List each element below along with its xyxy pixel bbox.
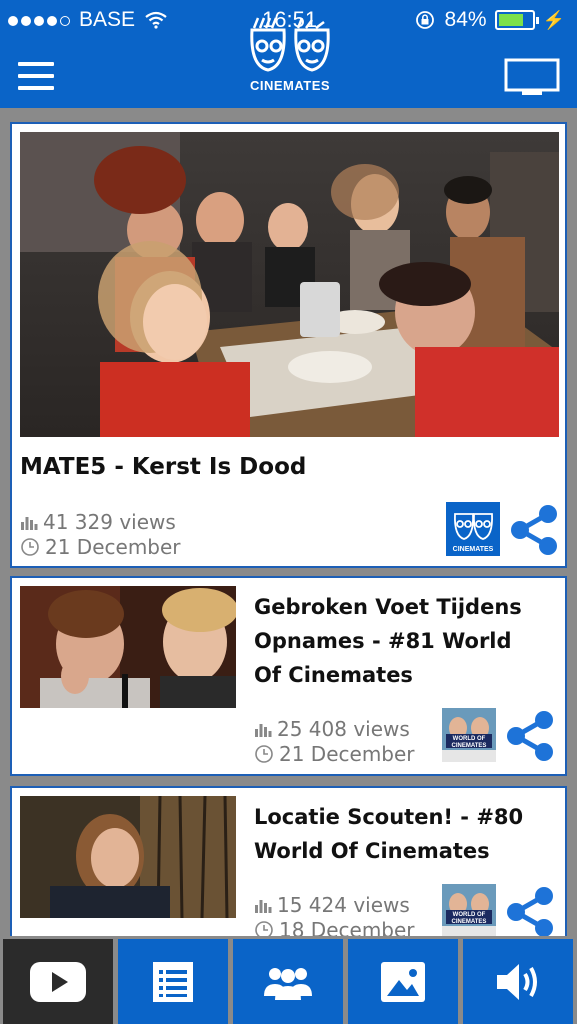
tab-videos[interactable] (3, 939, 113, 1024)
rotation-lock-icon (415, 11, 434, 29)
battery-icon (494, 10, 535, 30)
view-count: 41 329 views (43, 509, 176, 534)
tab-people[interactable] (233, 939, 343, 1024)
share-icon[interactable] (502, 884, 558, 936)
channel-logo-world-of-cinemates[interactable]: WORLD OF CINEMATES (442, 708, 496, 762)
tab-audio[interactable] (463, 939, 573, 1024)
views-icon (255, 723, 272, 737)
view-count: 15 424 views (277, 892, 410, 917)
share-icon[interactable] (506, 502, 562, 558)
people-icon (264, 967, 312, 1000)
publish-date: 18 December (279, 917, 415, 937)
carrier-name: BASE (79, 8, 136, 31)
list-icon (153, 961, 193, 1002)
video-list[interactable]: MATE5 - Kerst Is Dood 41 329 views 21 De… (0, 116, 577, 936)
bottom-tab-bar (0, 936, 577, 1024)
video-thumbnail[interactable] (20, 796, 236, 918)
video-card[interactable]: Locatie Scouten! - #80 World Of Cinemate… (10, 786, 567, 936)
channel-logo-text: CINEMATES (453, 546, 494, 553)
channel-logo-world-of-cinemates[interactable]: WORLD OF CINEMATES (442, 884, 496, 936)
wifi-icon (145, 11, 167, 29)
video-card-featured[interactable]: MATE5 - Kerst Is Dood 41 329 views 21 De… (10, 122, 567, 568)
video-title[interactable]: MATE5 - Kerst Is Dood (20, 454, 306, 480)
tv-cast-icon[interactable] (504, 58, 560, 96)
clock-icon (255, 920, 273, 936)
video-thumbnail[interactable] (20, 586, 236, 708)
video-meta: 25 408 views 21 December (254, 716, 415, 766)
channel-logo-text-bottom: CINEMATES (452, 743, 487, 749)
clock-icon (255, 744, 273, 763)
views-icon (21, 516, 38, 530)
tab-list[interactable] (118, 939, 228, 1024)
clock-icon (21, 537, 39, 556)
video-card[interactable]: Gebroken Voet Tijdens Opnames - #81 Worl… (10, 576, 567, 776)
video-meta: 15 424 views 18 December (254, 892, 415, 936)
video-meta: 41 329 views 21 December (20, 509, 181, 559)
signal-strength-icon (8, 8, 73, 32)
logo-text: CINEMATES (249, 78, 331, 93)
video-thumbnail[interactable] (20, 132, 559, 437)
tab-images[interactable] (348, 939, 458, 1024)
play-icon (30, 961, 86, 1002)
channel-logo-text-top: WORLD OF (453, 736, 486, 742)
channel-logo-text-top: WORLD OF (453, 912, 486, 918)
cinemates-logo: CINEMATES (240, 16, 340, 94)
video-title[interactable]: Gebroken Voet Tijdens Opnames - #81 Worl… (254, 590, 544, 692)
views-icon (255, 899, 272, 913)
publish-date: 21 December (279, 741, 415, 766)
view-count: 25 408 views (277, 716, 410, 741)
channel-logo-cinemates[interactable]: CINEMATES (446, 502, 500, 556)
hamburger-menu-icon[interactable] (18, 62, 54, 90)
charging-icon: ⚡ (542, 9, 565, 30)
video-title[interactable]: Locatie Scouten! - #80 World Of Cinemate… (254, 800, 544, 868)
battery-percentage: 84% (444, 8, 487, 31)
app-header: BASE 16:51 84% ⚡ CINEMATES (0, 0, 577, 108)
channel-logo-text-bottom: CINEMATES (452, 919, 487, 925)
share-icon[interactable] (502, 708, 558, 764)
speaker-icon (497, 963, 537, 1000)
image-icon (381, 961, 425, 1002)
publish-date: 21 December (45, 534, 181, 559)
